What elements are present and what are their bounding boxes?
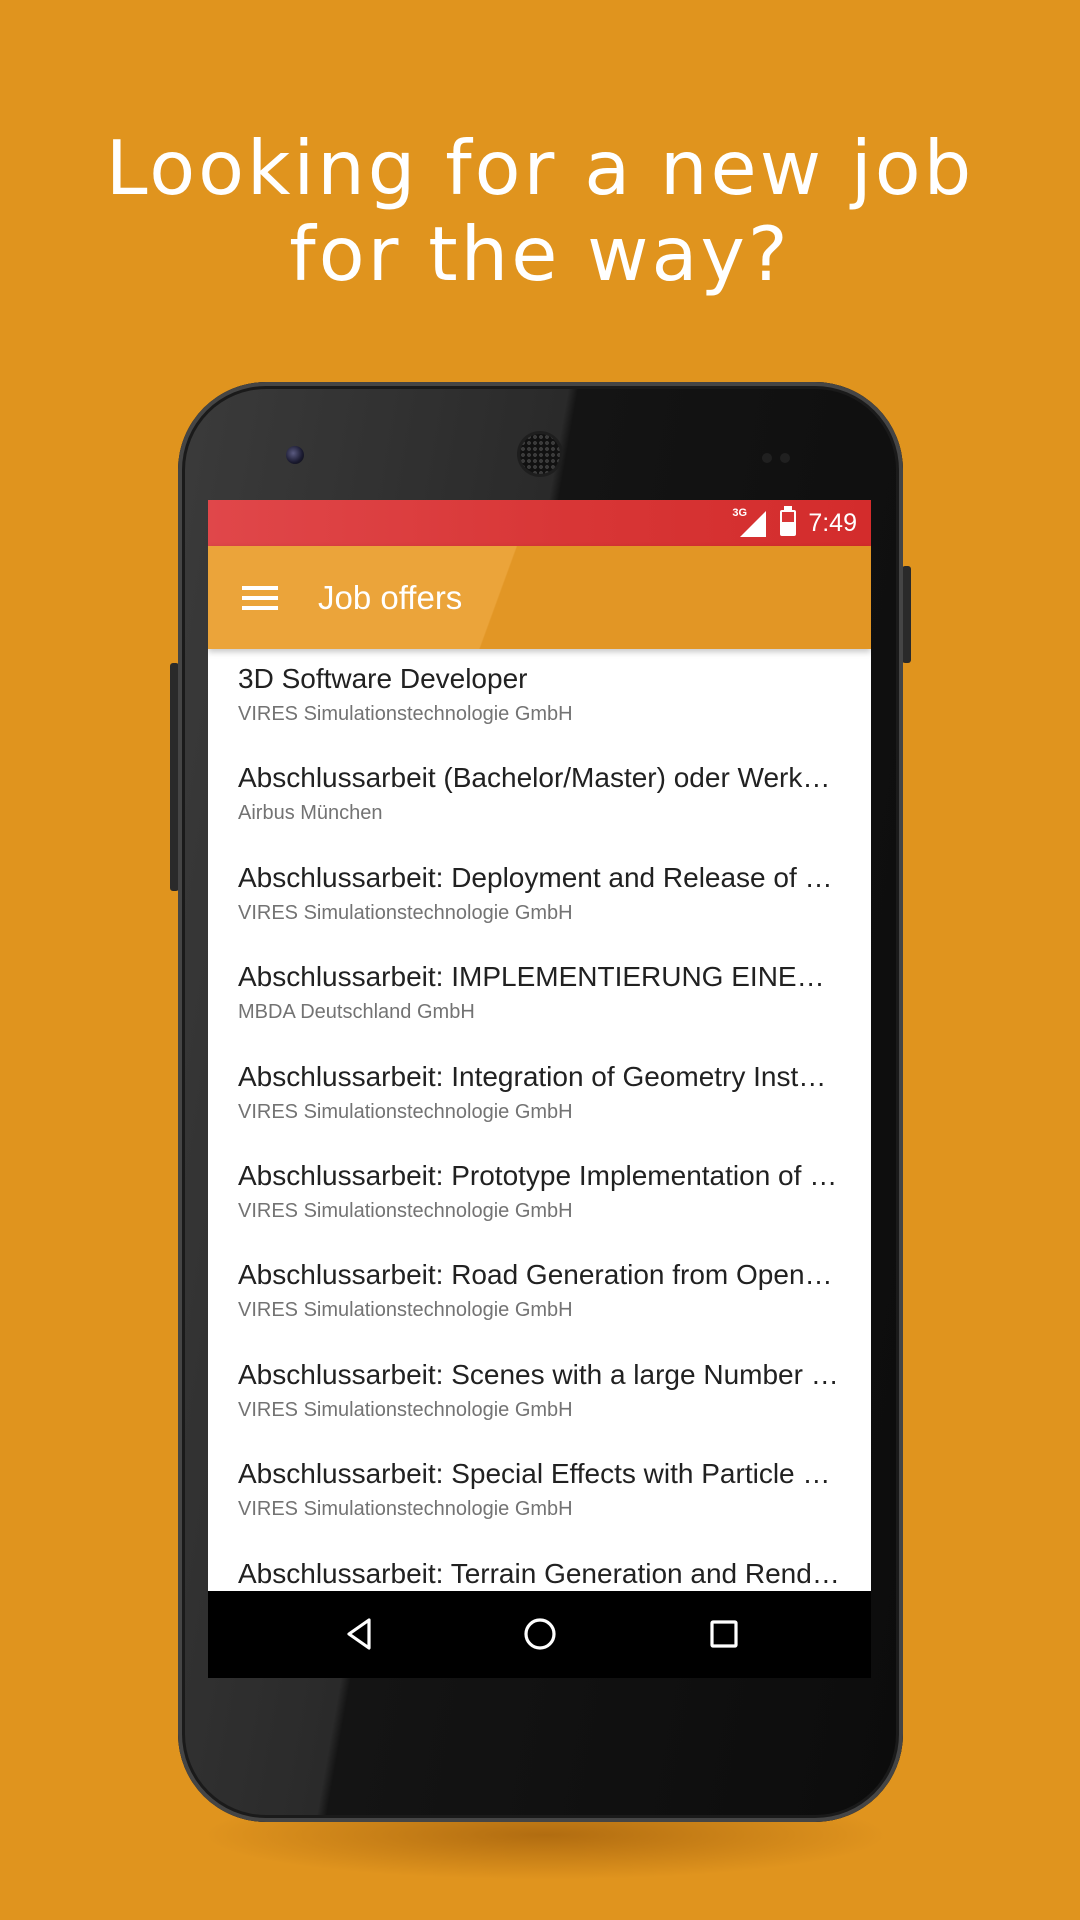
recent-apps-square-icon xyxy=(710,1620,738,1648)
job-company: VIRES Simulationstechnologie GmbH xyxy=(238,1498,573,1521)
job-title: Abschlussarbeit (Bachelor/Master) oder W… xyxy=(238,762,841,794)
job-company: VIRES Simulationstechnologie GmbH xyxy=(238,901,573,924)
job-company: VIRES Simulationstechnologie GmbH xyxy=(238,1100,573,1123)
nav-home-button[interactable] xyxy=(495,1591,585,1678)
job-title: Abschlussarbeit: IMPLEMENTIERUNG EINES S… xyxy=(238,961,841,993)
status-bar: 3G 7:49 xyxy=(208,500,871,546)
page-title: Job offers xyxy=(318,579,463,616)
home-circle-icon xyxy=(524,1618,556,1650)
job-list-item[interactable]: Abschlussarbeit: Integration of Geometry… xyxy=(208,1047,871,1146)
job-list[interactable]: 3D Software Developer VIRES Simulationst… xyxy=(208,649,871,1591)
job-list-item[interactable]: Abschlussarbeit: IMPLEMENTIERUNG EINES S… xyxy=(208,947,871,1046)
battery-charging-icon xyxy=(780,506,797,536)
job-list-item[interactable]: Abschlussarbeit: Scenes with a large Num… xyxy=(208,1345,871,1444)
job-list-item[interactable]: Abschlussarbeit (Bachelor/Master) oder W… xyxy=(208,748,871,847)
system-nav-bar xyxy=(208,1591,871,1678)
job-title: Abschlussarbeit: Special Effects with Pa… xyxy=(238,1458,841,1490)
back-triangle-icon xyxy=(347,1618,371,1650)
status-clock: 7:49 xyxy=(808,508,857,537)
signal-3g-icon: 3G xyxy=(732,507,767,537)
job-title: Abschlussarbeit: Integration of Geometry… xyxy=(238,1060,841,1092)
nav-recent-apps-button[interactable] xyxy=(679,1591,769,1678)
job-list-item[interactable]: 3D Software Developer VIRES Simulationst… xyxy=(208,649,871,748)
job-company: VIRES Simulationstechnologie GmbH xyxy=(238,703,573,725)
job-list-item[interactable]: Abschlussarbeit: Road Generation from Op… xyxy=(208,1245,871,1344)
job-company: Airbus München xyxy=(238,802,383,825)
status-icons: 3G 7:49 xyxy=(732,500,857,546)
proximity-sensors xyxy=(762,448,802,463)
job-title: Abschlussarbeit: Road Generation from Op… xyxy=(238,1259,841,1291)
job-list-item[interactable]: Abschlussarbeit: Deployment and Release … xyxy=(208,848,871,947)
front-camera-icon xyxy=(286,446,304,464)
promo-headline: Looking for a new job for the way? xyxy=(0,125,1080,297)
job-company: MBDA Deutschland GmbH xyxy=(238,1001,475,1024)
job-title: Abschlussarbeit: Scenes with a large Num… xyxy=(238,1358,841,1390)
earpiece-speaker-icon xyxy=(520,434,560,474)
job-list-item[interactable]: Abschlussarbeit: Prototype Implementatio… xyxy=(208,1146,871,1245)
job-title: Abschlussarbeit: Prototype Implementatio… xyxy=(238,1159,841,1191)
nav-back-button[interactable] xyxy=(314,1591,404,1678)
job-list-item[interactable]: Abschlussarbeit: Terrain Generation and … xyxy=(208,1544,871,1591)
job-company: VIRES Simulationstechnologie GmbH xyxy=(238,1299,573,1322)
headline-line-2: for the way? xyxy=(289,210,791,298)
job-title: Abschlussarbeit: Terrain Generation and … xyxy=(238,1557,841,1589)
job-company: VIRES Simulationstechnologie GmbH xyxy=(238,1398,573,1421)
headline-line-1: Looking for a new job xyxy=(105,124,975,212)
app-bar: Job offers xyxy=(208,546,871,649)
hamburger-menu-icon[interactable] xyxy=(242,584,278,612)
job-title: Abschlussarbeit: Deployment and Release … xyxy=(238,861,841,893)
phone-screen: 3G 7:49 Job offers 3D Software Developer… xyxy=(208,500,871,1678)
job-list-item[interactable]: Abschlussarbeit: Special Effects with Pa… xyxy=(208,1444,871,1543)
phone-power-button xyxy=(902,566,911,663)
job-title: 3D Software Developer xyxy=(238,663,528,694)
job-company: VIRES Simulationstechnologie GmbH xyxy=(238,1199,573,1222)
